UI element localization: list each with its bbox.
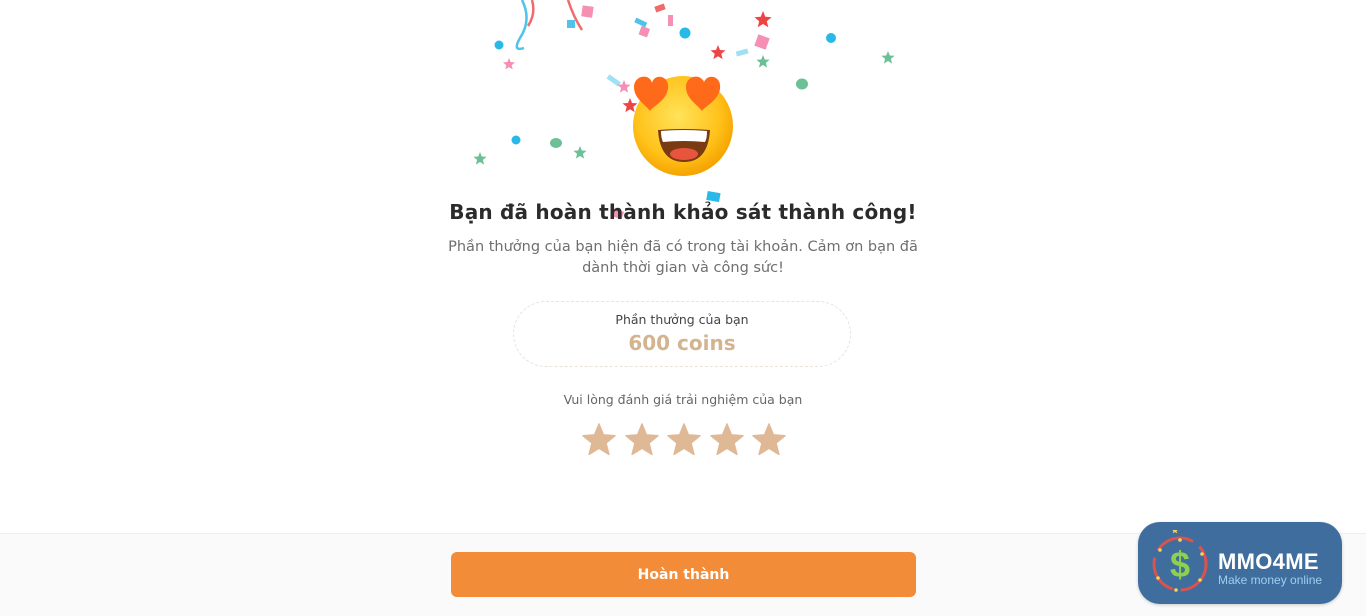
star-rating [581,422,787,458]
watermark-brand: MMO4ME [1218,549,1319,574]
completion-title: Bạn đã hoàn thành khảo sát thành công! [449,200,917,224]
reward-value: 600 coins [628,331,736,355]
rating-prompt: Vui lòng đánh giá trải nghiệm của bạn [563,392,803,407]
finish-button[interactable]: Hoàn thành [451,552,916,597]
star-5-icon[interactable] [751,422,787,458]
reward-label: Phần thưởng của bạn [615,312,749,327]
dollar-logo-icon: $ [1152,530,1208,592]
completion-message: Phần thưởng của bạn hiện đã có trong tài… [448,239,918,276]
star-2-icon[interactable] [624,422,660,458]
svg-text:$: $ [1170,544,1190,585]
reward-card: Phần thưởng của bạn 600 coins [513,301,851,367]
star-1-icon[interactable] [581,422,617,458]
watermark-badge: $ MMO4ME Make money online [1138,522,1342,604]
star-3-icon[interactable] [666,422,702,458]
watermark-tagline: Make money online [1218,573,1323,587]
star-4-icon[interactable] [709,422,745,458]
heart-eyes-emoji-icon [633,76,733,176]
